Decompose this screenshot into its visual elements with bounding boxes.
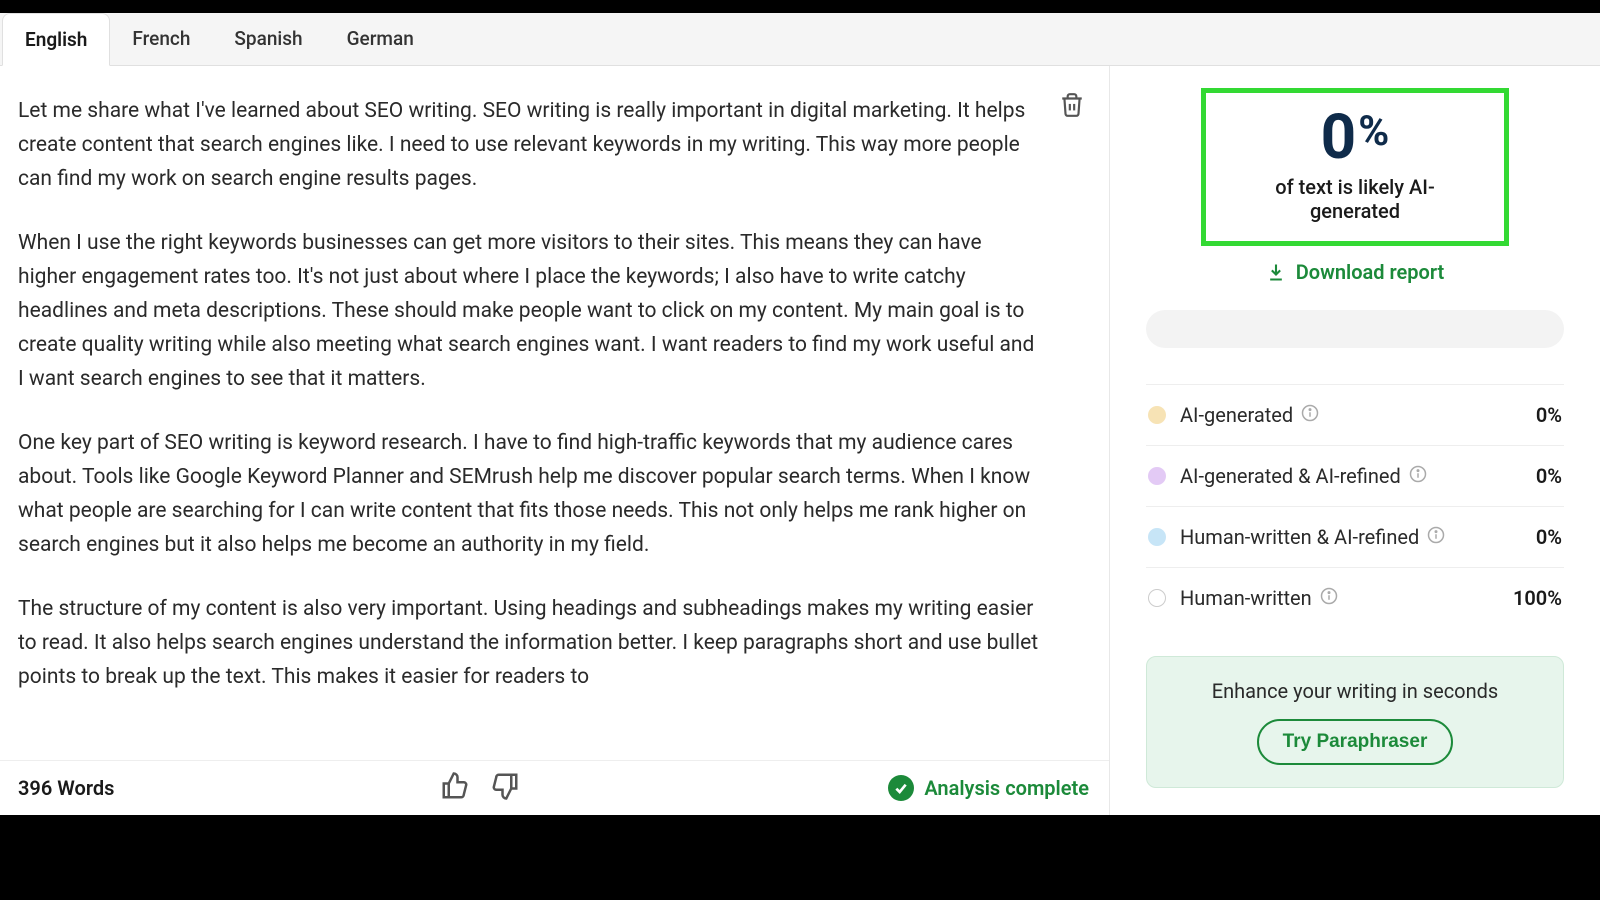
thumbs-down-icon[interactable] xyxy=(490,771,520,805)
enhance-title: Enhance your writing in seconds xyxy=(1169,679,1541,703)
language-tabs: EnglishFrenchSpanishGerman xyxy=(0,13,1600,66)
info-icon[interactable] xyxy=(1409,464,1427,488)
breakdown-row: AI-generated & AI-refined 0% xyxy=(1146,446,1564,507)
tab-german[interactable]: German xyxy=(325,13,436,65)
tab-spanish[interactable]: Spanish xyxy=(212,13,324,65)
enhance-promo: Enhance your writing in seconds Try Para… xyxy=(1146,656,1564,788)
breakdown-row: AI-generated 0% xyxy=(1146,385,1564,446)
ai-score-value: 0 xyxy=(1321,107,1357,169)
download-report-label: Download report xyxy=(1296,260,1445,284)
ai-score-label: of text is likely AI-generated xyxy=(1236,175,1474,223)
info-icon[interactable] xyxy=(1301,403,1319,427)
breakdown-value: 0% xyxy=(1536,464,1562,488)
results-sidebar: 0 % of text is likely AI-generated Downl… xyxy=(1110,66,1600,815)
word-count: 396 Words xyxy=(18,776,114,800)
check-icon xyxy=(888,775,914,801)
paragraph: The structure of my content is also very… xyxy=(18,592,1039,694)
paragraph: Let me share what I've learned about SEO… xyxy=(18,94,1039,196)
breakdown-value: 0% xyxy=(1536,525,1562,549)
tab-english[interactable]: English xyxy=(2,13,110,66)
breakdown-value: 100% xyxy=(1513,586,1562,610)
distribution-bar xyxy=(1146,310,1564,348)
breakdown-label: Human-written xyxy=(1180,586,1312,610)
paragraph: One key part of SEO writing is keyword r… xyxy=(18,426,1039,562)
category-dot xyxy=(1148,589,1166,607)
breakdown-label: AI-generated xyxy=(1180,403,1293,427)
breakdown-value: 0% xyxy=(1536,403,1562,427)
paragraph: When I use the right keywords businesses… xyxy=(18,226,1039,396)
text-editor[interactable]: Let me share what I've learned about SEO… xyxy=(0,66,1109,760)
analysis-status: Analysis complete xyxy=(924,776,1089,800)
download-report-link[interactable]: Download report xyxy=(1146,260,1564,284)
info-icon[interactable] xyxy=(1427,525,1445,549)
breakdown-row: Human-written & AI-refined 0% xyxy=(1146,507,1564,568)
editor-footer: 396 Words xyxy=(0,760,1109,815)
breakdown-row: Human-written 100% xyxy=(1146,568,1564,628)
try-paraphraser-button[interactable]: Try Paraphraser xyxy=(1257,719,1454,765)
info-icon[interactable] xyxy=(1320,586,1338,610)
category-dot xyxy=(1148,528,1166,546)
breakdown-label: AI-generated & AI-refined xyxy=(1180,464,1401,488)
ai-score-box: 0 % of text is likely AI-generated xyxy=(1201,88,1509,246)
editor-pane: Let me share what I've learned about SEO… xyxy=(0,66,1110,815)
category-dot xyxy=(1148,406,1166,424)
thumbs-up-icon[interactable] xyxy=(440,771,470,805)
breakdown-label: Human-written & AI-refined xyxy=(1180,525,1419,549)
percent-sign: % xyxy=(1358,111,1389,153)
breakdown-list: AI-generated 0% AI-generated & AI-refined 0… xyxy=(1146,384,1564,628)
category-dot xyxy=(1148,467,1166,485)
tab-french[interactable]: French xyxy=(110,13,212,65)
